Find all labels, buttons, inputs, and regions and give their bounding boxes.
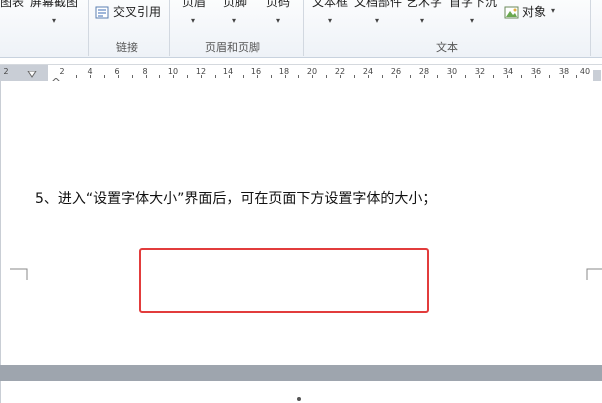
drop-cap-button[interactable]: 首字下沉 xyxy=(449,0,497,9)
ruler-tick xyxy=(187,75,189,78)
ruler-tick xyxy=(270,75,272,78)
ruler-tick xyxy=(284,75,286,78)
margin-corner-mark xyxy=(10,268,28,280)
object-icon xyxy=(504,5,520,24)
header-button[interactable]: 页眉 xyxy=(182,0,206,9)
ruler-tick xyxy=(201,75,203,78)
wordart-button[interactable]: 艺术字 xyxy=(406,0,442,9)
document-page[interactable] xyxy=(0,81,602,365)
ruler-tick xyxy=(242,75,244,78)
ruler-tick xyxy=(117,75,119,78)
ruler-tick xyxy=(312,75,314,78)
ruler-tick xyxy=(159,75,161,78)
chart-button[interactable]: 图表 xyxy=(0,0,24,9)
ruler-tick xyxy=(506,75,508,78)
group-separator xyxy=(88,0,89,56)
ruler-number: 34 xyxy=(502,67,514,76)
highlight-box xyxy=(139,248,429,313)
chevron-down-icon[interactable]: ▾ xyxy=(191,16,195,25)
ruler-tick xyxy=(354,75,355,78)
chevron-down-icon[interactable]: ▾ xyxy=(276,16,280,25)
ruler-number: 38 xyxy=(558,67,570,76)
ruler-tick xyxy=(534,75,536,78)
ruler-tick xyxy=(103,75,105,78)
ruler-tick xyxy=(298,75,300,78)
quick-parts-button[interactable]: 文档部件 xyxy=(354,0,402,9)
margin-corner-mark xyxy=(586,268,602,280)
ruler-tick xyxy=(145,75,147,78)
ruler-tick xyxy=(228,75,230,78)
ruler-tick xyxy=(89,75,91,78)
ruler-tick xyxy=(215,75,216,78)
group-label-text: 文本 xyxy=(436,41,458,54)
chevron-down-icon[interactable]: ▾ xyxy=(470,16,474,25)
ruler-tick xyxy=(423,75,425,78)
chevron-down-icon[interactable]: ▾ xyxy=(328,16,332,25)
page-gap xyxy=(0,365,602,381)
ruler-tick xyxy=(437,75,439,78)
text-box-button[interactable]: 文本框 xyxy=(312,0,348,9)
ruler-tick xyxy=(465,75,467,78)
ruler-tick xyxy=(395,75,397,78)
ruler-tick xyxy=(409,75,411,78)
screenshot-button[interactable]: 屏幕截图 xyxy=(30,0,78,9)
ruler-tick xyxy=(576,75,578,78)
ruler-tick xyxy=(451,75,453,78)
ruler-tick xyxy=(493,75,494,78)
ruler-tick xyxy=(479,75,481,78)
group-label-header-footer: 页眉和页脚 xyxy=(205,41,260,54)
ruler-tick xyxy=(326,75,328,78)
chevron-down-icon[interactable]: ▾ xyxy=(232,16,236,25)
ruler-tick xyxy=(173,75,175,78)
ruler-number: 2 xyxy=(59,67,65,76)
ruler-tick xyxy=(562,75,564,78)
ruler-tick xyxy=(76,75,77,78)
ruler-tick xyxy=(548,75,550,78)
ruler-tick xyxy=(340,75,342,78)
group-label-links: 链接 xyxy=(116,41,138,54)
ruler-tick xyxy=(520,75,522,78)
footer-button[interactable]: 页脚 xyxy=(223,0,247,9)
group-separator xyxy=(303,0,304,56)
ruler-number: 40 xyxy=(579,67,591,76)
resize-dot xyxy=(297,397,301,401)
next-page-top xyxy=(0,381,602,403)
ribbon-insert-tab: 图表 屏幕截图 ▾ 交叉引用 链接 页眉 ▾ 页脚 ▾ 页码 ▾ 页眉和页脚 文… xyxy=(0,0,602,58)
ruler-number: 36 xyxy=(530,67,542,76)
ruler-number: 2 xyxy=(3,67,9,76)
ruler-tick xyxy=(131,75,133,78)
document-body-text[interactable]: 5、进入“设置字体大小”界面后，可在页面下方设置字体的大小； xyxy=(35,188,436,208)
horizontal-ruler[interactable]: 2 2 4 6 8 10 12 14 16 18 20 22 24 26 28 … xyxy=(0,64,602,87)
ruler-tick xyxy=(381,75,383,78)
page-number-button[interactable]: 页码 xyxy=(266,0,290,9)
object-button[interactable]: 对象 xyxy=(522,5,546,19)
ruler-tick xyxy=(367,75,369,78)
chevron-down-icon[interactable]: ▾ xyxy=(52,16,56,25)
chevron-down-icon[interactable]: ▾ xyxy=(551,6,555,15)
ruler-tick xyxy=(256,75,258,78)
chevron-down-icon[interactable]: ▾ xyxy=(420,16,424,25)
group-separator xyxy=(169,0,170,56)
cross-reference-icon xyxy=(95,5,111,24)
group-separator xyxy=(590,0,591,56)
cross-reference-button[interactable]: 交叉引用 xyxy=(113,5,161,19)
chevron-down-icon[interactable]: ▾ xyxy=(375,16,379,25)
